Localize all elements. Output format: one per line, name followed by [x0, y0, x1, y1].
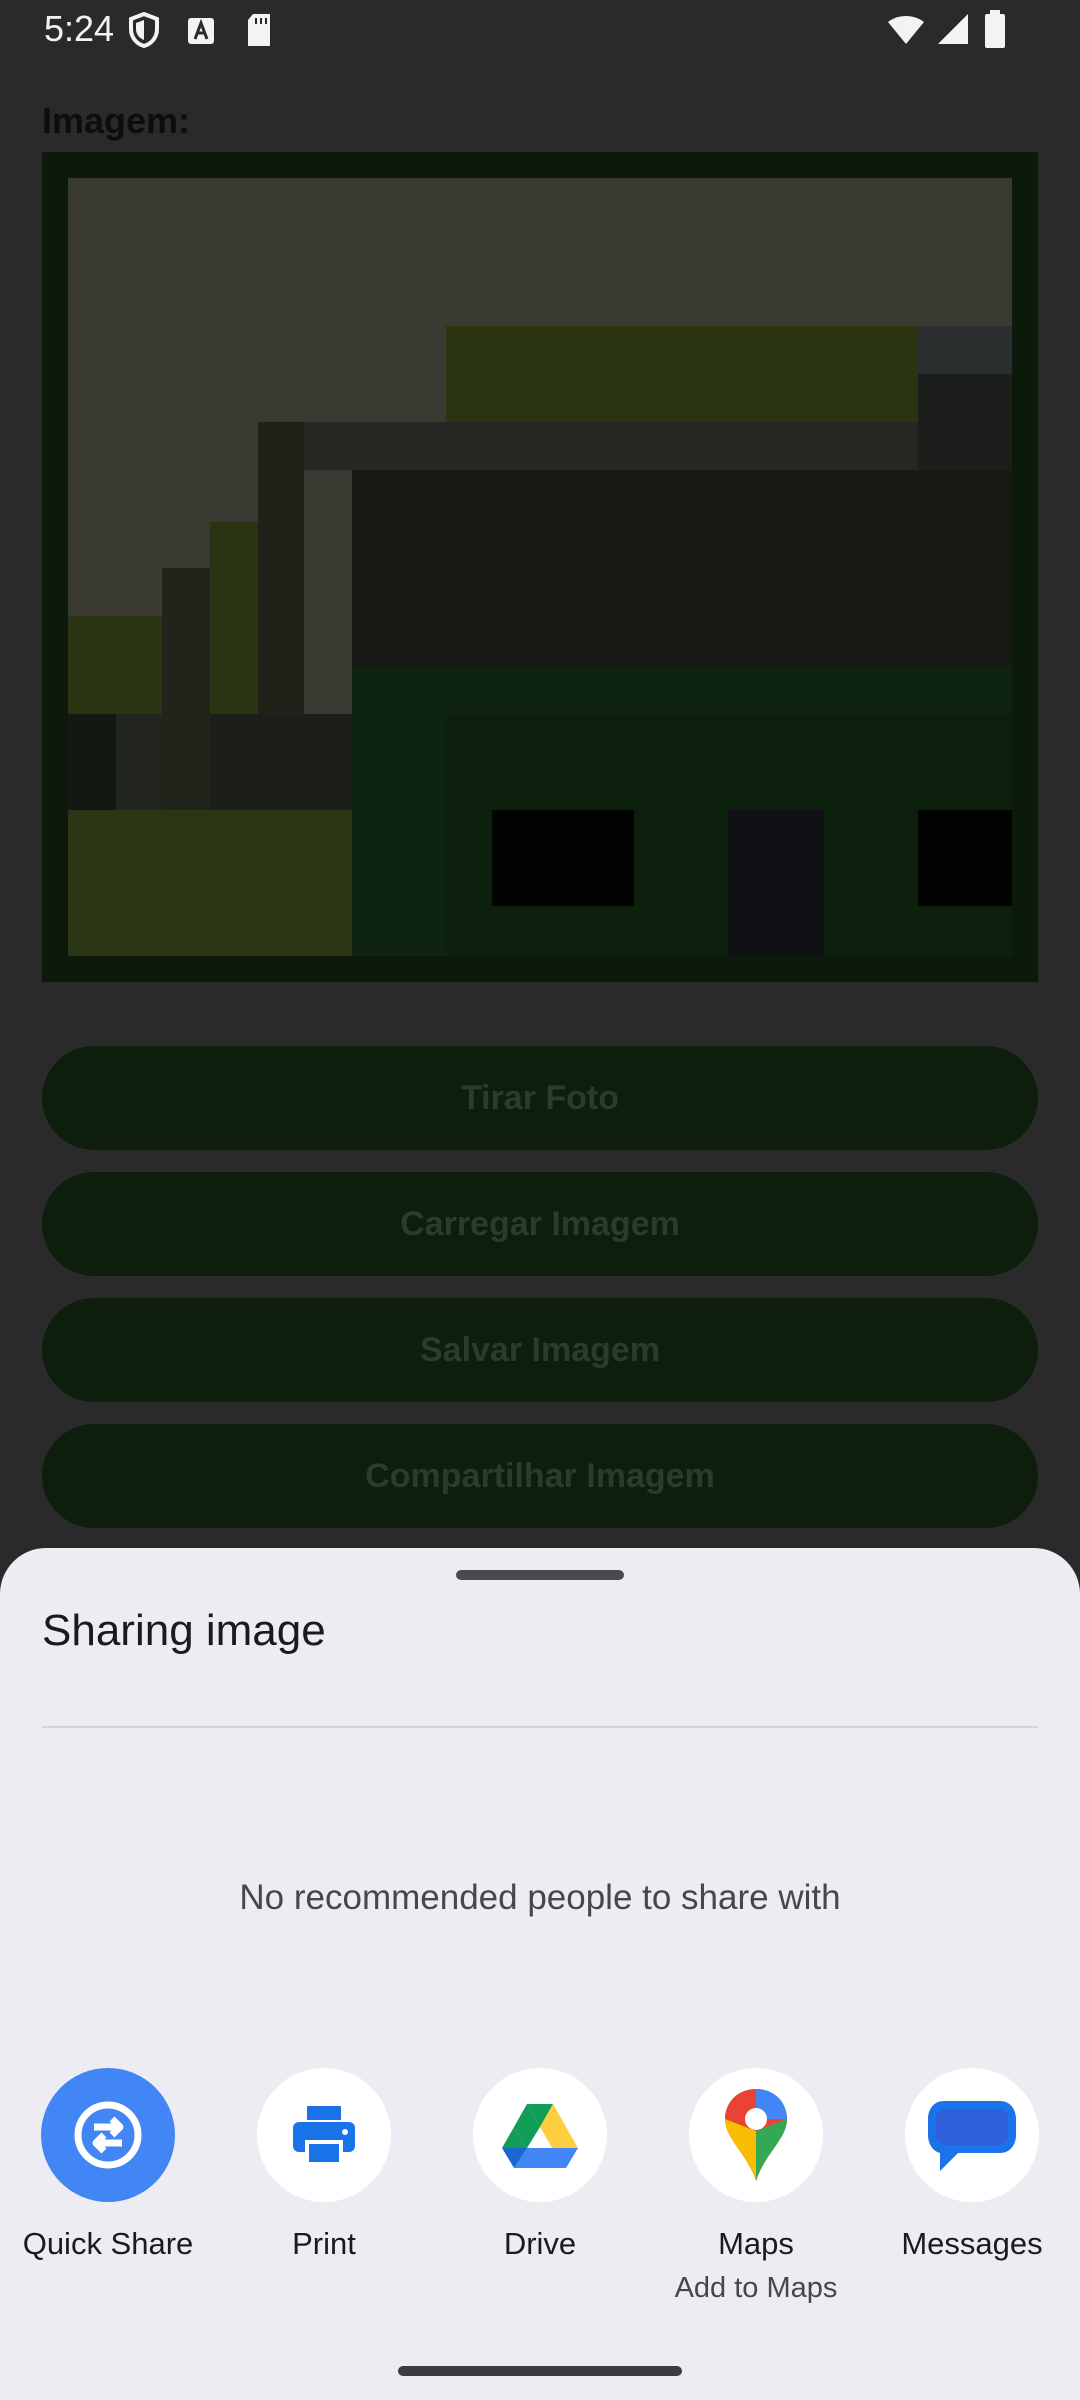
share-target-print[interactable]: Print [224, 2068, 424, 2262]
sd-card-icon [244, 12, 274, 53]
load-image-button[interactable]: Carregar Imagem [42, 1172, 1038, 1276]
battery-icon [984, 10, 1006, 53]
status-time: 5:24 [44, 8, 115, 49]
no-recommended-people-message: No recommended people to share with [239, 1878, 841, 1917]
drive-icon [473, 2068, 607, 2202]
image-preview [68, 178, 1012, 956]
share-target-label: Messages [901, 2226, 1043, 2261]
drag-handle[interactable] [456, 1570, 624, 1580]
share-target-sublabel: Add to Maps [674, 2272, 838, 2304]
divider [42, 1726, 1038, 1728]
maps-pin-icon [689, 2068, 823, 2202]
share-target-label: Print [292, 2226, 356, 2261]
share-image-button[interactable]: Compartilhar Imagem [42, 1424, 1038, 1528]
gesture-nav-handle[interactable] [398, 2366, 682, 2376]
share-target-label: Maps [718, 2226, 794, 2261]
printer-icon [257, 2068, 391, 2202]
share-target-label: Drive [503, 2226, 577, 2261]
share-target-maps[interactable]: Maps Add to Maps [656, 2068, 856, 2305]
signal-icon [936, 12, 970, 51]
take-photo-button[interactable]: Tirar Foto [42, 1046, 1038, 1150]
share-sheet-title: Sharing image [42, 1606, 326, 1655]
image-label: Imagem: [42, 100, 191, 141]
image-preview-frame [42, 152, 1038, 982]
messages-icon [905, 2068, 1039, 2202]
share-target-messages[interactable]: Messages [872, 2068, 1072, 2262]
a-badge-icon [186, 16, 216, 51]
status-bar: 5:24 [0, 0, 1080, 62]
save-image-button[interactable]: Salvar Imagem [42, 1298, 1038, 1402]
share-target-quick-share[interactable]: Quick Share [8, 2068, 208, 2262]
share-target-label: Quick Share [22, 2226, 194, 2261]
share-sheet: Sharing image No recommended people to s… [0, 1548, 1080, 2400]
quick-share-icon [41, 2068, 175, 2202]
shield-icon [128, 11, 160, 53]
wifi-icon [886, 14, 926, 51]
share-target-drive[interactable]: Drive [440, 2068, 640, 2262]
